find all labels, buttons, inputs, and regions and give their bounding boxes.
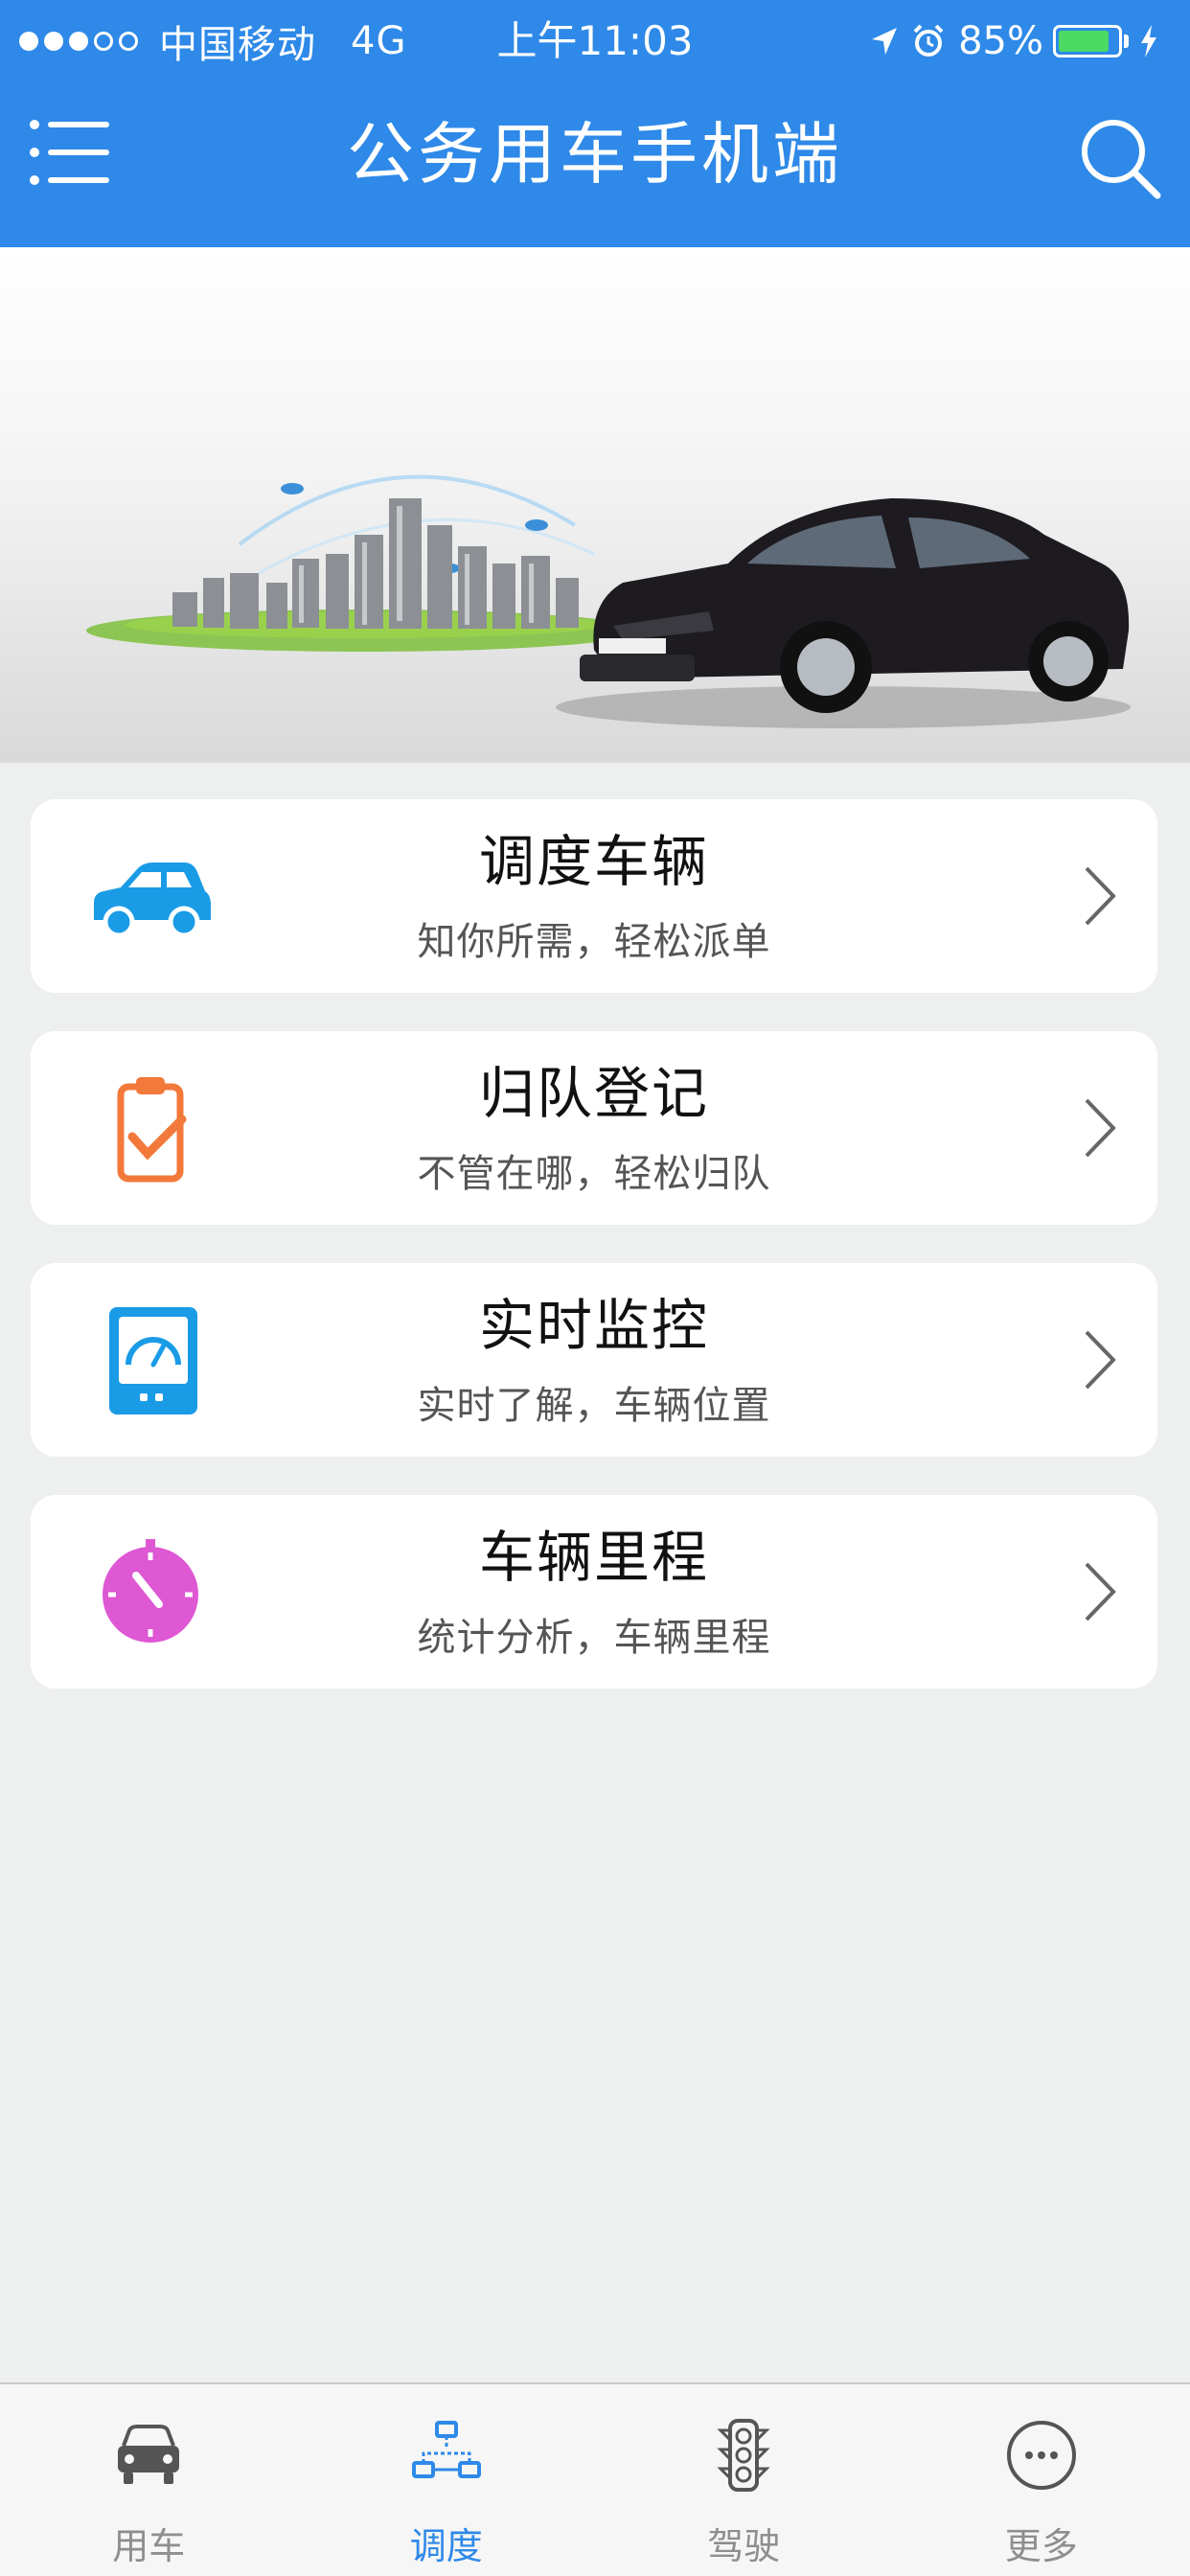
chevron-right-icon bbox=[1085, 866, 1116, 926]
dispatch-network-icon bbox=[411, 2421, 481, 2478]
menu-item-subtitle: 知你所需，轻松派单 bbox=[417, 920, 771, 964]
menu-item-title: 车辆里程 bbox=[478, 1525, 709, 1590]
tab-drive[interactable]: 驾驶 bbox=[595, 2384, 893, 2576]
page-title: 公务用车手机端 bbox=[347, 115, 843, 194]
tab-label: 驾驶 bbox=[707, 2525, 781, 2567]
menu-item-title: 实时监控 bbox=[478, 1293, 709, 1358]
chevron-right-icon bbox=[1085, 1330, 1116, 1390]
menu-item-title: 归队登记 bbox=[478, 1061, 709, 1126]
more-icon bbox=[1006, 2421, 1076, 2490]
city-car-illustration bbox=[86, 474, 1131, 728]
car-front-icon bbox=[118, 2425, 180, 2484]
chevron-right-icon bbox=[1085, 1098, 1116, 1158]
search-icon[interactable] bbox=[1079, 117, 1161, 199]
app-header: 中国移动 4G 上午11:03 85% 公务用车手机端 bbox=[0, 0, 1190, 247]
tab-label: 调度 bbox=[409, 2525, 483, 2567]
menu-item-dispatch-vehicle[interactable]: 调度车辆 知你所需，轻松派单 bbox=[31, 799, 1157, 993]
battery-icon bbox=[1053, 25, 1122, 58]
menu-item-subtitle: 不管在哪，轻松归队 bbox=[417, 1152, 771, 1196]
menu-item-realtime-monitor[interactable]: 实时监控 实时了解，车辆位置 bbox=[31, 1263, 1157, 1457]
menu-item-subtitle: 统计分析，车辆里程 bbox=[417, 1616, 771, 1660]
battery-percent: 85% bbox=[958, 19, 1043, 63]
menu-item-return-register[interactable]: 归队登记 不管在哪，轻松归队 bbox=[31, 1031, 1157, 1225]
alarm-clock-icon bbox=[913, 24, 944, 57]
tab-use-car[interactable]: 用车 bbox=[0, 2384, 298, 2576]
status-bar: 中国移动 4G 上午11:03 85% bbox=[0, 0, 1190, 82]
tab-more[interactable]: 更多 bbox=[893, 2384, 1190, 2576]
tab-label: 更多 bbox=[1004, 2525, 1078, 2567]
feature-menu: 调度车辆 知你所需，轻松派单 归队登记 不管在哪，轻松归队 实时监控 实时了解，… bbox=[31, 799, 1157, 1727]
charging-bolt-icon bbox=[1141, 25, 1156, 58]
nav-bar: 公务用车手机端 bbox=[0, 82, 1190, 247]
location-arrow-icon bbox=[872, 28, 898, 55]
tab-dispatch[interactable]: 调度 bbox=[298, 2384, 596, 2576]
menu-item-vehicle-mileage[interactable]: 车辆里程 统计分析，车辆里程 bbox=[31, 1495, 1157, 1689]
menu-item-subtitle: 实时了解，车辆位置 bbox=[417, 1384, 771, 1428]
traffic-light-icon bbox=[717, 2419, 770, 2492]
chevron-right-icon bbox=[1085, 1562, 1116, 1622]
banner-image bbox=[0, 247, 1190, 763]
bottom-tab-bar: 用车 调度 驾驶 更多 bbox=[0, 2382, 1190, 2576]
tab-label: 用车 bbox=[112, 2525, 186, 2567]
menu-item-title: 调度车辆 bbox=[478, 829, 709, 894]
status-right: 85% bbox=[870, 10, 1171, 73]
